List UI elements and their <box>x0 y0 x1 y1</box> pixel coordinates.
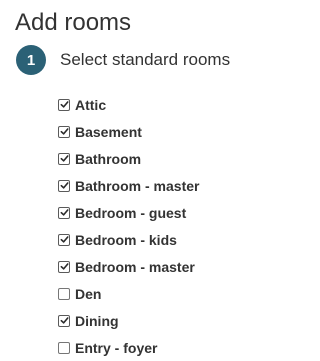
room-checkbox[interactable] <box>58 341 70 354</box>
room-label[interactable]: Bedroom - master <box>75 259 195 275</box>
step-header: 1 Select standard rooms <box>16 45 230 75</box>
room-label[interactable]: Bedroom - kids <box>75 232 177 248</box>
room-item-bedroom-kids: Bedroom - kids <box>58 226 199 253</box>
room-label[interactable]: Bathroom - master <box>75 178 199 194</box>
room-checkbox[interactable] <box>58 314 70 327</box>
room-checkbox-list: Attic Basement Bathroom Bathroom - maste… <box>58 91 199 361</box>
room-label[interactable]: Bedroom - guest <box>75 205 186 221</box>
checkmark-icon <box>60 236 69 243</box>
room-label[interactable]: Den <box>75 286 101 302</box>
checkmark-icon <box>60 209 69 216</box>
room-label[interactable]: Basement <box>75 124 142 140</box>
room-item-bedroom-master: Bedroom - master <box>58 253 199 280</box>
checkmark-icon <box>60 101 69 108</box>
step-title: Select standard rooms <box>60 50 231 69</box>
checkmark-icon <box>60 263 69 270</box>
room-checkbox[interactable] <box>58 260 70 273</box>
room-checkbox[interactable] <box>58 98 70 111</box>
room-checkbox[interactable] <box>58 152 70 165</box>
room-checkbox[interactable] <box>58 287 70 300</box>
room-item-entry-foyer: Entry - foyer <box>58 334 199 361</box>
room-item-bathroom-master: Bathroom - master <box>58 172 199 199</box>
step-number-badge: 1 <box>16 45 46 75</box>
room-item-bathroom: Bathroom <box>58 145 199 172</box>
room-item-bedroom-guest: Bedroom - guest <box>58 199 199 226</box>
room-item-den: Den <box>58 280 199 307</box>
room-checkbox[interactable] <box>58 206 70 219</box>
room-checkbox[interactable] <box>58 179 70 192</box>
checkmark-icon <box>60 182 69 189</box>
checkmark-icon <box>60 128 69 135</box>
room-item-attic: Attic <box>58 91 199 118</box>
room-label[interactable]: Entry - foyer <box>75 340 157 356</box>
checkmark-icon <box>60 317 69 324</box>
room-label[interactable]: Dining <box>75 313 119 329</box>
room-label[interactable]: Attic <box>75 97 106 113</box>
room-checkbox[interactable] <box>58 233 70 246</box>
page-title: Add rooms <box>15 9 132 36</box>
room-label[interactable]: Bathroom <box>75 151 141 167</box>
room-checkbox[interactable] <box>58 125 70 138</box>
room-item-dining: Dining <box>58 307 199 334</box>
checkmark-icon <box>60 155 69 162</box>
room-item-basement: Basement <box>58 118 199 145</box>
